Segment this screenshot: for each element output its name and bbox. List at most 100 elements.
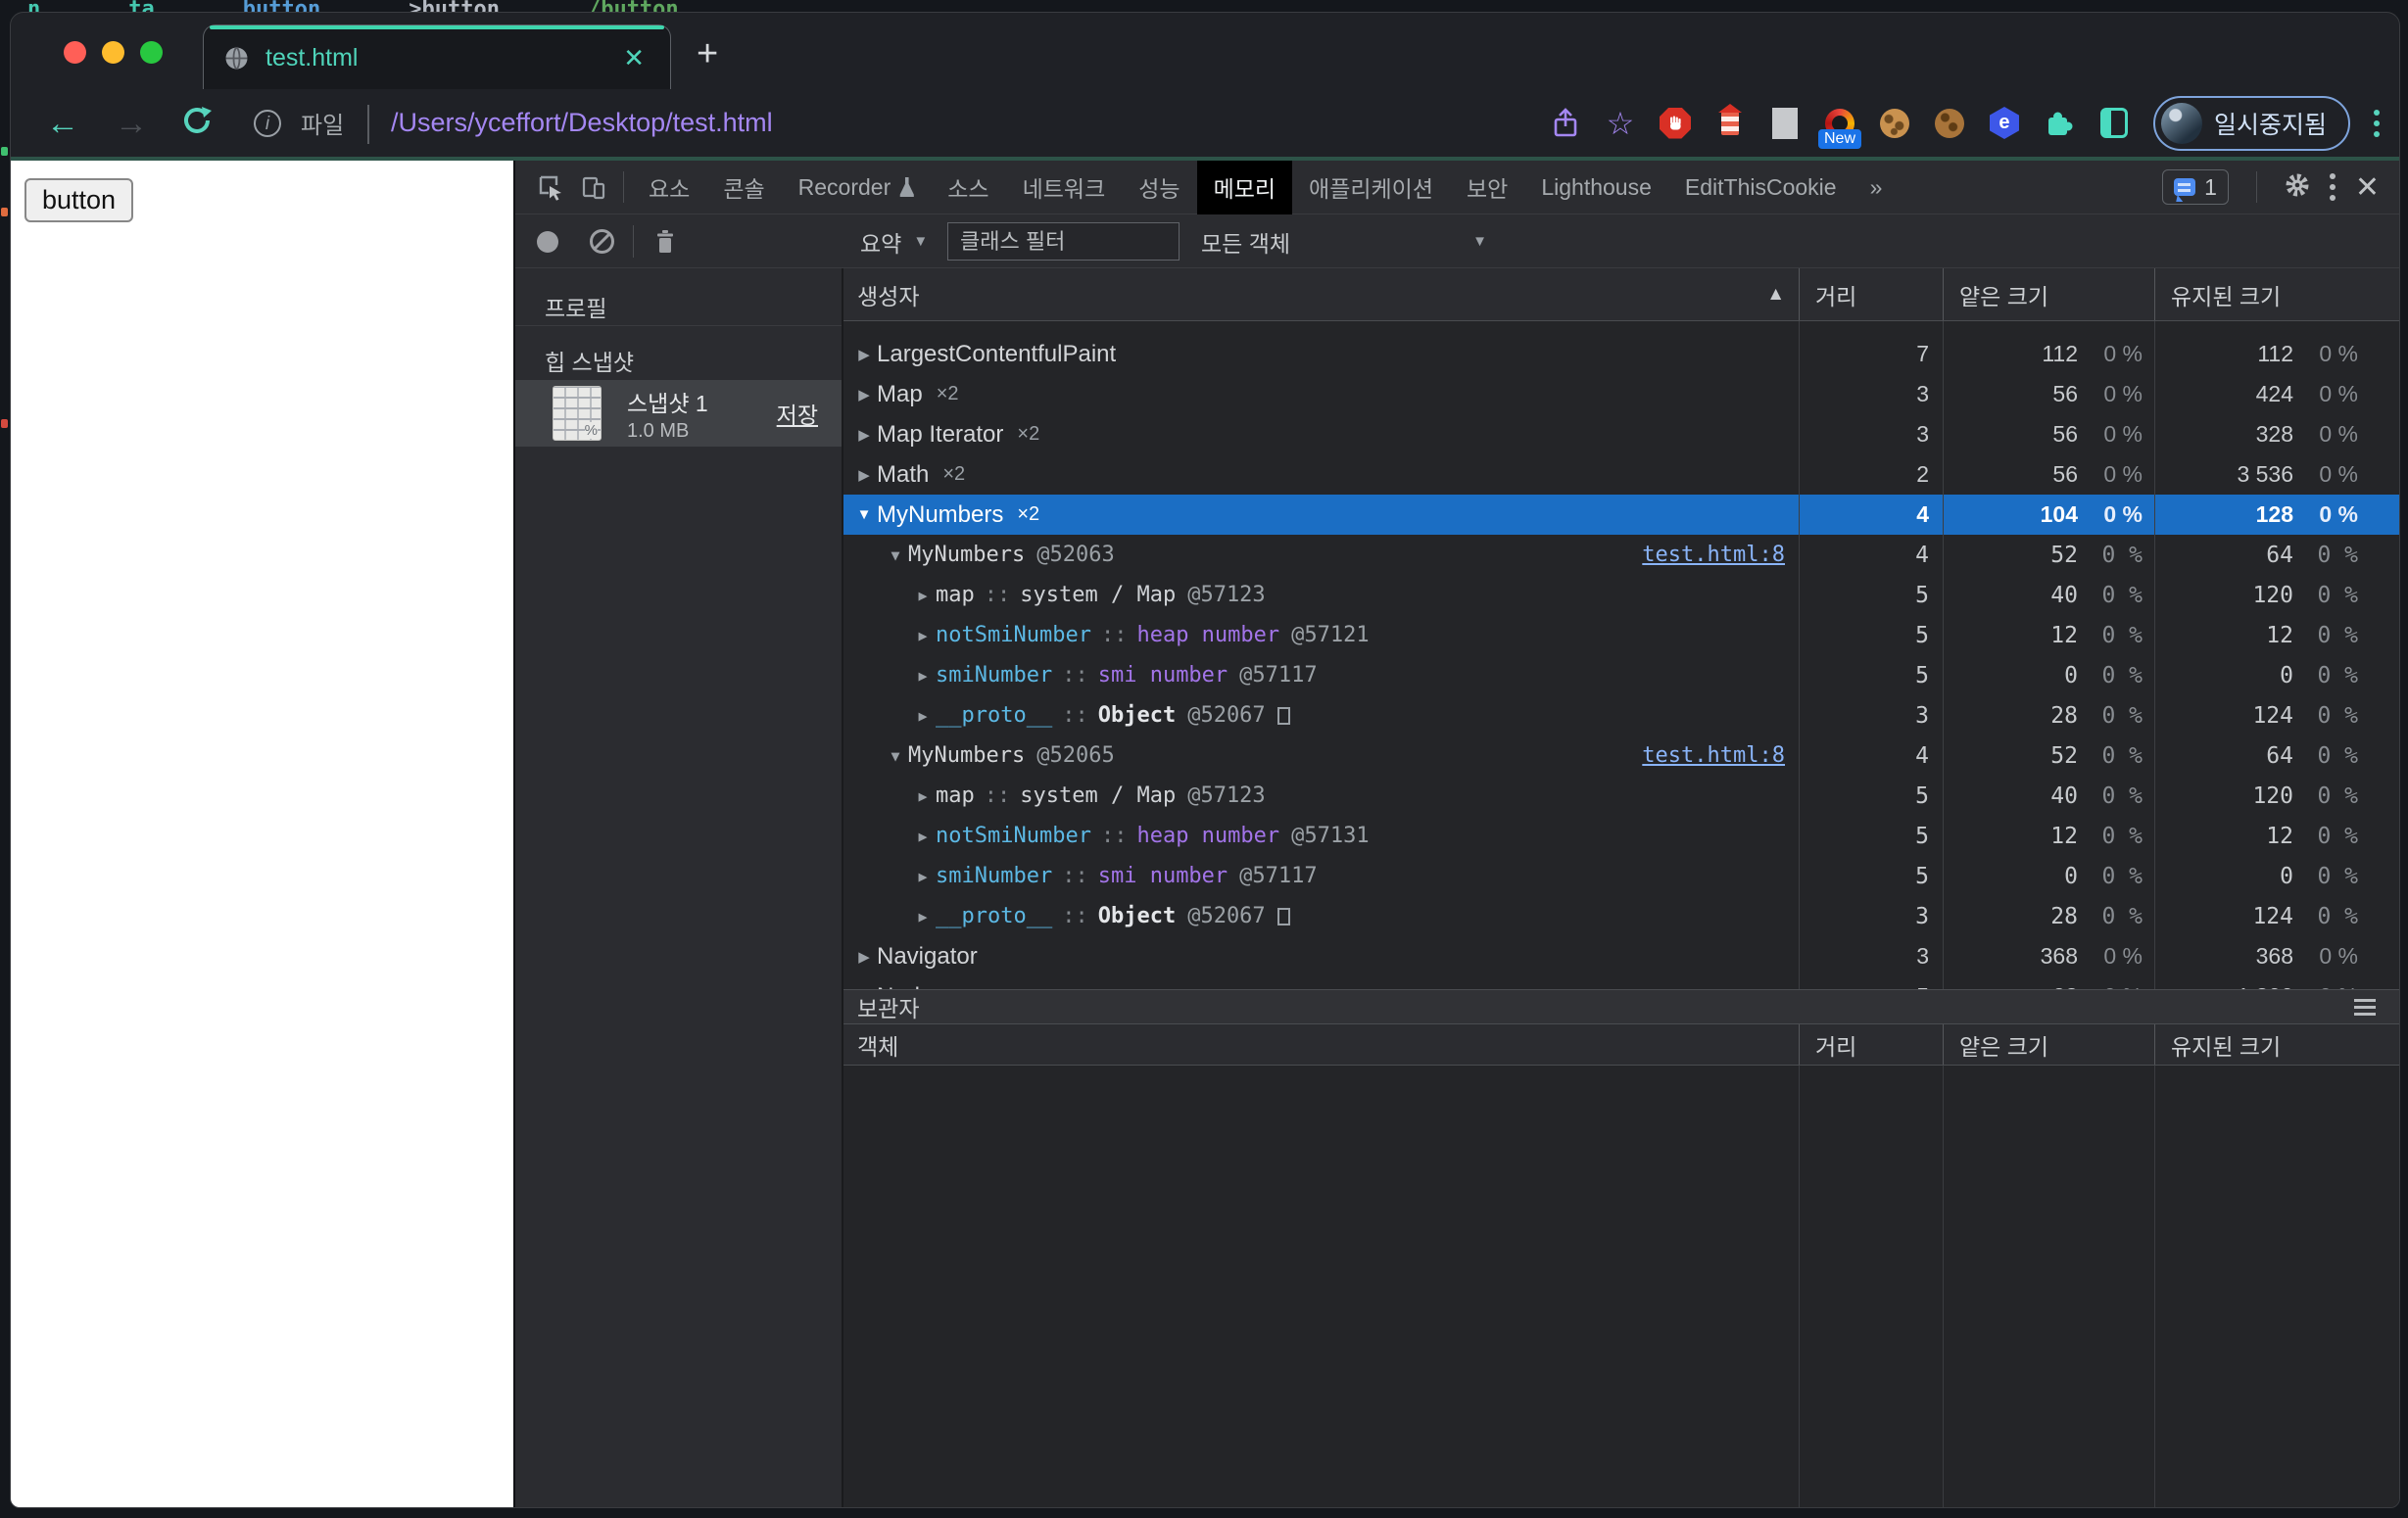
devtools-tab-요소[interactable]: 요소 (632, 161, 706, 214)
heap-table-row[interactable]: ▶ Map ×2 3 56 0 % 424 0 % (843, 374, 2399, 414)
heap-table-row[interactable]: ▶ Map Iterator ×2 3 56 0 % 328 0 % (843, 414, 2399, 454)
disclosure-collapsed-icon[interactable]: ▶ (910, 587, 936, 604)
devtools-tab-네트워크[interactable]: 네트워크 (1006, 161, 1123, 214)
heap-table-row[interactable]: ▶ __proto__:: Object @52067 3 28 0 % 124 0 % (843, 695, 2399, 735)
devtools-tab-콘솔[interactable]: 콘솔 (706, 161, 781, 214)
camera-extension-icon[interactable]: New (1817, 108, 1861, 149)
heap-table-row[interactable]: ▶ Math ×2 2 56 0 % 3 536 0 % (843, 454, 2399, 495)
heap-table-row[interactable]: ▶ smiNumber:: smi number @57117 5 0 0 % 0 0 % (843, 856, 2399, 896)
extensions-puzzle-icon[interactable] (2044, 108, 2075, 139)
heap-table-row[interactable]: ▼ MyNumbers @52065 test.html:8 4 52 0 % 64 0 % (843, 735, 2399, 776)
heap-table-row[interactable]: ▶ Navigator 3 368 0 % 368 0 % (843, 936, 2399, 976)
class-filter-input[interactable] (947, 222, 1180, 261)
heap-table-row[interactable]: ▶ map:: system / Map @57123 5 40 0 % 120 0 % (843, 575, 2399, 615)
snapshot-save-link[interactable]: 저장 (777, 397, 818, 430)
source-link[interactable]: test.html:8 (1642, 743, 1799, 768)
back-button[interactable]: ← (46, 107, 79, 140)
source-link[interactable]: test.html:8 (1642, 543, 1799, 567)
browser-menu-icon[interactable] (2374, 109, 2380, 137)
devtools-tab-메모리[interactable]: 메모리 (1196, 160, 1293, 214)
disclosure-collapsed-icon[interactable]: ▶ (851, 321, 877, 323)
heap-table-row[interactable]: ▼ MyNumbers ×2 4 104 0 % 128 0 % (843, 495, 2399, 535)
address-bar-url[interactable]: /Users/yceffort/Desktop/test.html (391, 108, 773, 138)
devtools-tab-»[interactable]: » (1854, 161, 1900, 214)
distance-column-header[interactable]: 거리 (1799, 268, 1943, 320)
cookie-editor-extension-icon[interactable] (1934, 108, 1965, 139)
devtools-tab-Lighthouse[interactable]: Lighthouse (1524, 161, 1668, 214)
new-tab-button[interactable]: + (697, 35, 718, 72)
devtools-tab-소스[interactable]: 소스 (931, 161, 1005, 214)
sort-ascending-icon[interactable]: ▲ (1766, 284, 1785, 306)
issues-button[interactable]: 1 (2162, 169, 2229, 205)
profile-sync-pill[interactable]: 일시중지됨 (2152, 95, 2350, 151)
hamburger-menu-icon[interactable] (2354, 998, 2376, 1002)
browser-tab[interactable]: test.html ✕ (203, 24, 671, 91)
lighthouse-extension-icon[interactable] (1714, 103, 1746, 139)
disclosure-collapsed-icon[interactable]: ▶ (910, 667, 936, 685)
share-icon[interactable] (1550, 107, 1581, 139)
retained-size-column-header[interactable]: 유지된 크기 (2154, 1024, 2399, 1065)
devtools-close-icon[interactable]: ✕ (2355, 170, 2380, 205)
heap-table-scroll-area[interactable]: ▶JSON×22560 %2560 %▶LargestContentfulPai… (843, 321, 2399, 989)
disclosure-collapsed-icon[interactable]: ▶ (851, 948, 877, 966)
heap-table-row[interactable]: ▶ __proto__:: Object @52067 3 28 0 % 124 0 % (843, 896, 2399, 936)
clear-all-icon[interactable] (590, 229, 614, 254)
heap-table-row[interactable]: ▶JSON×22560 %2560 % (843, 321, 2399, 334)
disclosure-collapsed-icon[interactable]: ▶ (910, 828, 936, 845)
adblock-extension-icon[interactable] (1659, 107, 1691, 139)
disclosure-expanded-icon[interactable]: ▼ (883, 747, 908, 765)
devtools-settings-icon[interactable] (2285, 172, 2310, 203)
inspect-element-icon[interactable] (529, 161, 572, 214)
heap-table-row[interactable]: ▶ smiNumber:: smi number @57117 5 0 0 % 0 0 % (843, 655, 2399, 695)
macos-close-button[interactable] (64, 41, 86, 64)
hexagon-extension-icon[interactable]: e (1989, 107, 2020, 139)
page-button[interactable]: button (24, 178, 134, 222)
devtools-tab-성능[interactable]: 성능 (1122, 161, 1196, 214)
disclosure-collapsed-icon[interactable]: ▶ (851, 346, 877, 363)
side-panel-icon[interactable] (2098, 108, 2130, 139)
shallow-size-column-header[interactable]: 얕은 크기 (1943, 1024, 2154, 1065)
page-info-icon[interactable]: i (254, 109, 281, 137)
heap-table-row[interactable]: ▶ map:: system / Map @57123 5 40 0 % 120 0 % (843, 776, 2399, 816)
disclosure-collapsed-icon[interactable]: ▶ (910, 707, 936, 725)
object-column-header[interactable]: 객체 (843, 1024, 1799, 1065)
disclosure-collapsed-icon[interactable]: ▶ (851, 426, 877, 444)
tab-close-icon[interactable]: ✕ (617, 43, 650, 73)
devtools-tab-보안[interactable]: 보안 (1450, 161, 1524, 214)
reload-button[interactable] (179, 103, 215, 143)
disclosure-collapsed-icon[interactable]: ▶ (910, 908, 936, 925)
heap-table-row[interactable]: ▶ notSmiNumber:: heap number @57121 5 12 0 % 12… (843, 615, 2399, 655)
avatar (2160, 102, 2202, 144)
record-snapshot-icon[interactable] (537, 231, 558, 253)
heap-table-row[interactable]: ▼ MyNumbers @52063 test.html:8 4 52 0 % 64 0 % (843, 535, 2399, 575)
heap-table-row[interactable]: ▶Node5280 %1 8000 % (843, 976, 2399, 989)
perspective-select[interactable]: 요약 ▼ (860, 214, 928, 268)
device-toolbar-icon[interactable] (572, 161, 615, 214)
devtools-tab-애플리케이션[interactable]: 애플리케이션 (1292, 161, 1450, 214)
heap-table-row[interactable]: ▶ notSmiNumber:: heap number @57131 5 12 0 % 12… (843, 816, 2399, 856)
snapshot-list-item[interactable]: 스냅샷 1 1.0 MB 저장 (515, 380, 842, 447)
disclosure-collapsed-icon[interactable]: ▶ (910, 868, 936, 885)
macos-minimize-button[interactable] (102, 41, 124, 64)
disclosure-collapsed-icon[interactable]: ▶ (910, 627, 936, 644)
macos-maximize-button[interactable] (140, 41, 163, 64)
delete-snapshot-icon[interactable] (654, 229, 676, 259)
disclosure-collapsed-icon[interactable]: ▶ (851, 466, 877, 484)
shallow-size-column-header[interactable]: 얕은 크기 (1943, 268, 2154, 320)
heap-table-row[interactable]: ▶ LargestContentfulPaint 7 112 0 % 112 0 % (843, 334, 2399, 374)
devtools-tab-Recorder[interactable]: Recorder (782, 161, 932, 214)
disclosure-collapsed-icon[interactable]: ▶ (910, 787, 936, 805)
cookie-extension-icon[interactable] (1879, 108, 1910, 139)
retained-size-column-header[interactable]: 유지된 크기 (2154, 268, 2399, 320)
disclosure-collapsed-icon[interactable]: ▶ (851, 386, 877, 403)
disclosure-expanded-icon[interactable]: ▼ (851, 506, 877, 523)
constructor-column-header[interactable]: 생성자 ▲ (843, 268, 1799, 320)
devtools-tab-EditThisCookie[interactable]: EditThisCookie (1668, 161, 1854, 214)
gray-square-extension-icon[interactable] (1769, 107, 1801, 139)
objects-scope-select[interactable]: 모든 객체 ▼ (1201, 214, 1487, 268)
bookmark-star-icon[interactable]: ☆ (1605, 106, 1636, 141)
distance-column-header[interactable]: 거리 (1799, 1024, 1943, 1065)
forward-button[interactable]: → (115, 107, 148, 140)
disclosure-expanded-icon[interactable]: ▼ (883, 546, 908, 564)
devtools-menu-icon[interactable] (2329, 173, 2336, 201)
